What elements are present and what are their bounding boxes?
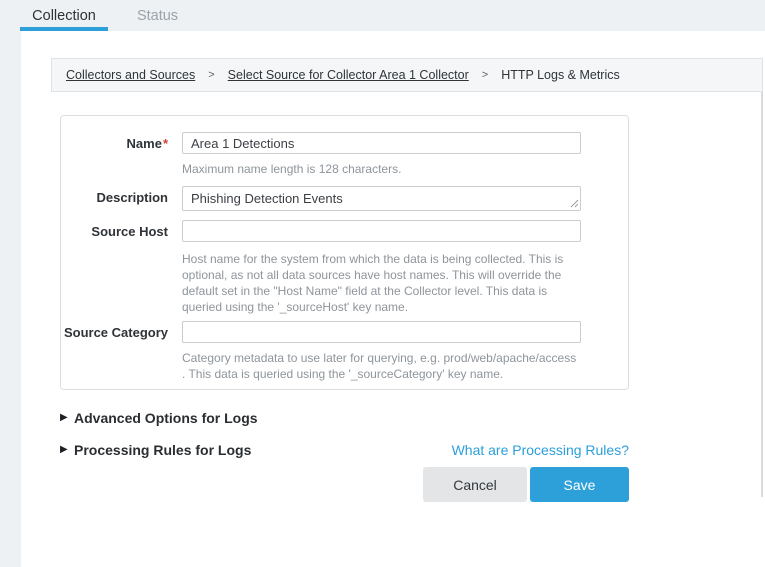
name-helper-text: Maximum name length is 128 characters. [182, 161, 582, 177]
form-lower-area: Advanced Options for Logs Processing Rul… [60, 410, 629, 502]
required-asterisk: * [163, 136, 168, 151]
cancel-button[interactable]: Cancel [423, 467, 527, 502]
description-textarea[interactable]: Phishing Detection Events [182, 186, 581, 211]
section-advanced-options-label: Advanced Options for Logs [74, 410, 258, 426]
source-category-label: Source Category [61, 321, 182, 382]
name-field-row: Name* Maximum name length is 128 charact… [61, 132, 628, 177]
source-host-input[interactable] [182, 220, 581, 242]
tab-collection-label: Collection [32, 8, 96, 24]
source-host-field-row: Source Host Host name for the system fro… [61, 220, 628, 315]
breadcrumb-current-page: HTTP Logs & Metrics [501, 68, 620, 82]
scrollbar[interactable] [761, 92, 763, 497]
breadcrumb-separator-icon: > [208, 69, 214, 81]
source-category-helper-text: Category metadata to use later for query… [182, 350, 582, 382]
app-window: Collection Status Collectors and Sources… [0, 0, 765, 567]
section-advanced-options-toggle[interactable]: Advanced Options for Logs [60, 410, 258, 426]
collapsed-triangle-icon [60, 445, 74, 455]
breadcrumb-link-select-source[interactable]: Select Source for Collector Area 1 Colle… [228, 68, 469, 82]
tab-status[interactable]: Status [121, 0, 194, 31]
collapsed-triangle-icon [60, 413, 74, 423]
section-row-processing-rules: Processing Rules for Logs What are Proce… [60, 442, 629, 458]
tab-status-label: Status [137, 8, 178, 24]
section-row-advanced-options: Advanced Options for Logs [60, 410, 629, 426]
description-label: Description [61, 186, 182, 211]
source-category-input[interactable] [182, 321, 581, 343]
name-label: Name* [61, 132, 182, 177]
section-processing-rules-toggle[interactable]: Processing Rules for Logs [60, 442, 251, 458]
breadcrumb-link-collectors-and-sources[interactable]: Collectors and Sources [66, 68, 195, 82]
content-panel: Collectors and Sources > Select Source f… [21, 31, 765, 567]
name-input[interactable] [182, 132, 581, 154]
description-field-row: Description Phishing Detection Events [61, 186, 628, 211]
tab-bar [0, 0, 765, 31]
section-processing-rules-label: Processing Rules for Logs [74, 442, 251, 458]
source-config-card: Name* Maximum name length is 128 charact… [60, 115, 629, 390]
breadcrumb-separator-icon: > [482, 69, 488, 81]
tab-collection[interactable]: Collection [20, 0, 108, 31]
form-action-buttons: Cancel Save [60, 467, 629, 502]
name-label-text: Name [127, 136, 162, 151]
page-left-margin [0, 31, 21, 567]
save-button[interactable]: Save [530, 467, 629, 502]
source-host-helper-text: Host name for the system from which the … [182, 251, 582, 315]
source-host-label: Source Host [61, 220, 182, 315]
source-category-field-row: Source Category Category metadata to use… [61, 321, 628, 382]
breadcrumb: Collectors and Sources > Select Source f… [51, 58, 763, 92]
source-config-form: Name* Maximum name length is 128 charact… [60, 115, 629, 502]
processing-rules-help-link[interactable]: What are Processing Rules? [452, 442, 629, 458]
